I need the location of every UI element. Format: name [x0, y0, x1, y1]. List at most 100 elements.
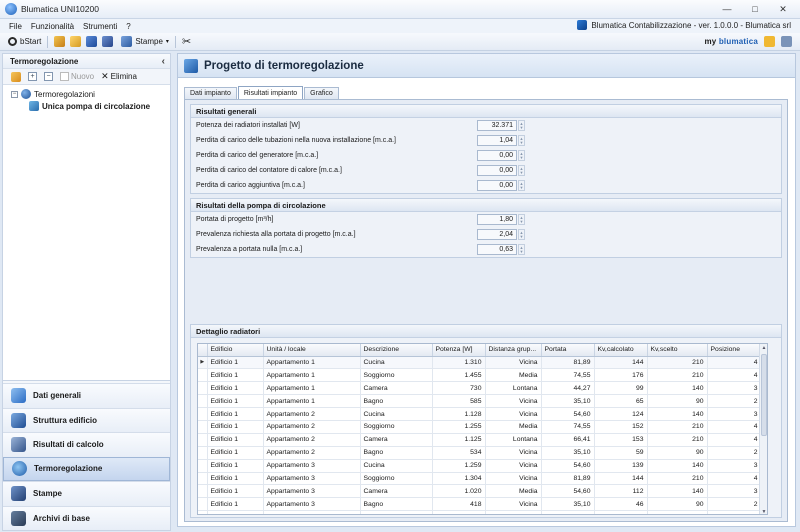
- table-cell[interactable]: 124: [594, 407, 648, 421]
- settings-icon[interactable]: [781, 36, 792, 47]
- table-cell[interactable]: Cucina: [360, 459, 433, 473]
- table-cell[interactable]: Edificio 1: [207, 459, 264, 473]
- table-row[interactable]: Edificio 1Appartamento 4Cucina1.033Vicin…: [198, 510, 762, 514]
- table-cell[interactable]: Edificio 1: [207, 446, 264, 460]
- pump-field-value[interactable]: 0,63: [477, 244, 517, 255]
- table-cell[interactable]: 44,27: [541, 381, 595, 396]
- scroll-down-icon[interactable]: ▼: [760, 508, 767, 514]
- table-cell[interactable]: Edificio 1: [207, 394, 264, 409]
- table-cell[interactable]: 54,60: [541, 484, 595, 499]
- table-cell[interactable]: 210: [647, 433, 708, 447]
- table-cell[interactable]: 1.128: [432, 407, 486, 421]
- column-header[interactable]: Descrizione: [360, 344, 433, 357]
- table-cell[interactable]: 35,10: [541, 394, 595, 409]
- results-field-value[interactable]: 32.371: [477, 120, 517, 131]
- table-row[interactable]: Edificio 1 Appartamento 3 Cucina 1.259 Vicin…: [198, 459, 762, 473]
- table-cell[interactable]: 3: [707, 381, 762, 396]
- table-cell[interactable]: 81,89: [541, 472, 595, 486]
- table-cell[interactable]: 54,60: [541, 459, 595, 473]
- table-cell[interactable]: 534: [432, 446, 486, 460]
- menu-strumenti[interactable]: Strumenti: [83, 22, 117, 31]
- search-icon[interactable]: [54, 36, 66, 47]
- table-cell[interactable]: 2: [707, 394, 762, 409]
- table-cell[interactable]: 90: [647, 446, 708, 460]
- table-cell[interactable]: Soggiorno: [360, 420, 433, 434]
- table-cell[interactable]: 4: [707, 472, 762, 486]
- table-cell[interactable]: Cucina: [360, 407, 433, 421]
- table-cell[interactable]: 59: [594, 446, 648, 460]
- nav-risultati-calcolo[interactable]: Risultati di calcolo: [3, 432, 170, 457]
- table-cell[interactable]: 54,60: [541, 407, 595, 421]
- menu-funzionalita[interactable]: Funzionalità: [31, 22, 74, 31]
- table-cell[interactable]: 4: [707, 420, 762, 434]
- table-cell[interactable]: 210: [647, 368, 708, 383]
- table-cell[interactable]: Vicina: [485, 459, 542, 473]
- nav-stampe[interactable]: Stampe: [3, 481, 170, 506]
- tree-expander-icon[interactable]: −: [11, 90, 18, 98]
- table-cell[interactable]: Lontana: [485, 381, 542, 396]
- table-row[interactable]: Edificio 1 Appartamento 1 Soggiorno 1.455 Me…: [198, 368, 762, 383]
- results-field-value[interactable]: 0,00: [477, 165, 517, 176]
- table-cell[interactable]: 585: [432, 394, 486, 409]
- table-cell[interactable]: 4: [707, 368, 762, 383]
- pump-field-value[interactable]: 2,04: [477, 229, 517, 240]
- spinner-icon[interactable]: ▲ ▼: [518, 244, 525, 255]
- table-cell[interactable]: 139: [594, 459, 648, 473]
- vertical-scrollbar[interactable]: ▲ ▼: [759, 344, 767, 514]
- table-cell[interactable]: 3: [707, 510, 762, 514]
- table-cell[interactable]: Appartamento 4: [263, 510, 361, 514]
- table-cell[interactable]: Edificio 1: [207, 420, 264, 434]
- table-cell[interactable]: 210: [647, 356, 708, 370]
- table-row[interactable]: Edificio 1 Appartamento 2 Soggiorno 1.255 Me…: [198, 420, 762, 434]
- column-header[interactable]: Unità / locale: [263, 344, 361, 357]
- spinner-icon[interactable]: ▲ ▼: [518, 135, 525, 146]
- table-cell[interactable]: Edificio 1: [207, 472, 264, 486]
- table-cell[interactable]: Edificio 1: [207, 356, 264, 370]
- table-cell[interactable]: 3: [707, 484, 762, 499]
- table-cell[interactable]: Bagno: [360, 394, 433, 409]
- table-cell[interactable]: 54,60: [541, 510, 595, 514]
- table-cell[interactable]: 1.304: [432, 472, 486, 486]
- table-row[interactable]: Edificio 1 Appartamento 1 Camera 730 Lontana…: [198, 381, 762, 396]
- help-icon[interactable]: [764, 36, 775, 47]
- table-cell[interactable]: 153: [594, 433, 648, 447]
- table-cell[interactable]: Cucina: [360, 356, 433, 370]
- table-cell[interactable]: Edificio 1: [207, 433, 264, 447]
- bstart-button[interactable]: bStart: [8, 37, 41, 46]
- table-cell[interactable]: 1.310: [432, 356, 486, 370]
- tree-node-root[interactable]: − Termoregolazioni: [11, 88, 170, 100]
- refresh-icon[interactable]: [11, 71, 21, 82]
- expand-all-icon[interactable]: +: [28, 72, 37, 81]
- table-cell[interactable]: 3: [707, 459, 762, 473]
- table-cell[interactable]: 35,10: [541, 497, 595, 512]
- table-cell[interactable]: 1.259: [432, 459, 486, 473]
- nav-dati-generali[interactable]: Dati generali: [3, 383, 170, 408]
- collapse-icon[interactable]: ‹: [162, 56, 165, 67]
- nav-struttura-edificio[interactable]: Struttura edificio: [3, 407, 170, 432]
- table-cell[interactable]: Appartamento 1: [263, 394, 361, 409]
- table-cell[interactable]: Appartamento 2: [263, 446, 361, 460]
- table-cell[interactable]: 1.125: [432, 433, 486, 447]
- menu-help[interactable]: ?: [126, 22, 130, 31]
- table-cell[interactable]: Vicina: [485, 472, 542, 486]
- table-cell[interactable]: Vicina: [485, 407, 542, 421]
- table-cell[interactable]: Vicina: [485, 394, 542, 409]
- table-cell[interactable]: Edificio 1: [207, 497, 264, 512]
- collapse-all-icon[interactable]: −: [44, 72, 53, 81]
- table-cell[interactable]: 210: [647, 472, 708, 486]
- table-cell[interactable]: Lontana: [485, 433, 542, 447]
- table-cell[interactable]: 152: [594, 420, 648, 434]
- table-cell[interactable]: Appartamento 2: [263, 420, 361, 434]
- table-cell[interactable]: Media: [485, 420, 542, 434]
- table-cell[interactable]: 35,10: [541, 446, 595, 460]
- results-field-value[interactable]: 0,00: [477, 150, 517, 161]
- nav-termoregolazione[interactable]: Termoregolazione: [3, 456, 170, 481]
- table-cell[interactable]: Edificio 1: [207, 510, 264, 514]
- table-cell[interactable]: 1.033: [432, 510, 486, 514]
- results-field-value[interactable]: 1,04: [477, 135, 517, 146]
- table-cell[interactable]: 66,41: [541, 433, 595, 447]
- table-cell[interactable]: 112: [594, 484, 648, 499]
- table-row[interactable]: Edificio 1 Appartamento 2 Cucina 1.128 Vicin…: [198, 407, 762, 421]
- table-cell[interactable]: Appartamento 1: [263, 356, 361, 370]
- table-cell[interactable]: Appartamento 3: [263, 484, 361, 499]
